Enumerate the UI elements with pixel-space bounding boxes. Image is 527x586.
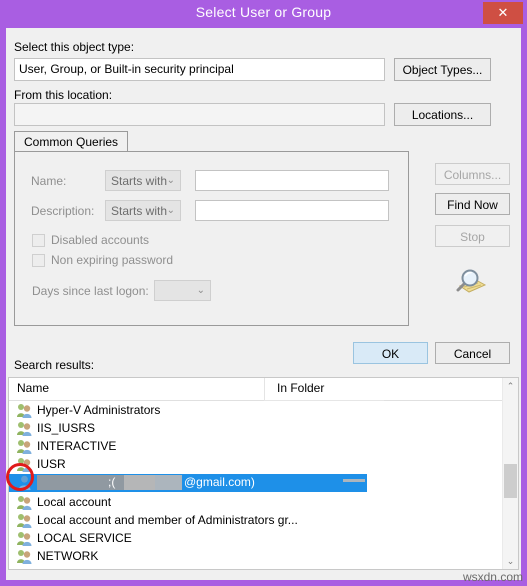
non-expiring-password-checkbox[interactable] — [32, 254, 45, 267]
scroll-down-icon[interactable]: ⌄ — [503, 553, 518, 569]
tab-common-queries[interactable]: Common Queries — [14, 131, 129, 152]
column-divider[interactable] — [264, 378, 265, 400]
group-icon — [16, 531, 33, 546]
redacted-middle-block — [124, 475, 182, 490]
search-results-label: Search results: — [14, 358, 95, 372]
table-row[interactable]: Local account and member of Administrato… — [9, 512, 503, 529]
table-row-selected[interactable]: ;( @gmail.com) — [9, 474, 367, 492]
table-row[interactable]: IIS_IUSRS — [9, 420, 503, 437]
table-row[interactable]: NETWORK — [9, 548, 503, 565]
group-icon — [16, 403, 33, 418]
row-name: LOCAL SERVICE — [37, 531, 132, 545]
column-header-name[interactable]: Name — [17, 381, 49, 395]
row-fragment-2: @gmail.com) — [184, 475, 255, 489]
non-expiring-password-label: Non expiring password — [51, 253, 174, 267]
common-queries-panel: Name: Starts with ⌄ Description: Starts … — [14, 151, 409, 326]
user-icon — [16, 475, 33, 490]
row-fragment-1: ;( — [108, 475, 116, 489]
description-value-input[interactable] — [195, 200, 389, 221]
group-icon — [16, 421, 33, 436]
redacted-tail-block — [343, 479, 365, 482]
chevron-down-icon: ⌄ — [196, 285, 205, 296]
column-header-underline — [264, 400, 384, 401]
row-name: IIS_IUSRS — [37, 421, 96, 435]
magnifier-icon — [450, 266, 488, 300]
watermark: wsxdn.com — [462, 570, 523, 584]
list-column-header: Name In Folder — [9, 378, 518, 401]
close-icon[interactable]: ✕ — [483, 2, 523, 24]
table-row[interactable]: Hyper-V Administrators — [9, 402, 503, 419]
search-results-list[interactable]: Name In Folder Hyper-V Administrators II… — [8, 377, 519, 570]
row-name: NETWORK — [37, 549, 99, 563]
tab-strip: Common Queries — [14, 131, 409, 152]
name-operator-select[interactable]: Starts with ⌄ — [105, 170, 181, 191]
table-row[interactable]: Local account — [9, 494, 503, 511]
chevron-down-icon: ⌄ — [166, 175, 175, 186]
object-type-label: Select this object type: — [14, 40, 135, 54]
name-operator-value: Starts with — [111, 174, 168, 188]
object-types-button[interactable]: Object Types... — [394, 58, 491, 81]
table-row[interactable]: LOCAL SERVICE — [9, 530, 503, 547]
description-operator-select[interactable]: Starts with ⌄ — [105, 200, 181, 221]
scrollbar-thumb[interactable] — [504, 464, 517, 498]
window-title: Select User or Group — [195, 4, 332, 20]
title-bar: Select User or Group ✕ — [0, 0, 527, 28]
disabled-accounts-label: Disabled accounts — [51, 233, 150, 247]
screenshot-root: Select User or Group ✕ Select this objec… — [0, 0, 527, 586]
group-icon — [16, 513, 33, 528]
days-since-logon-select[interactable]: ⌄ — [154, 280, 211, 301]
disabled-accounts-checkbox[interactable] — [32, 234, 45, 247]
dialog-window: Select User or Group ✕ Select this objec… — [0, 0, 527, 586]
columns-button[interactable]: Columns... — [435, 163, 510, 185]
location-label: From this location: — [14, 88, 113, 102]
cancel-button[interactable]: Cancel — [435, 342, 510, 364]
scroll-up-icon[interactable]: ⌃ — [503, 378, 518, 394]
stop-button[interactable]: Stop — [435, 225, 510, 247]
locations-button[interactable]: Locations... — [394, 103, 491, 126]
description-label: Description: — [31, 204, 95, 218]
days-since-logon-label: Days since last logon: — [32, 284, 149, 298]
row-name: IUSR — [37, 457, 66, 471]
column-header-in-folder[interactable]: In Folder — [277, 381, 324, 395]
table-row[interactable]: IUSR — [9, 456, 503, 473]
name-label: Name: — [31, 174, 67, 188]
vertical-scrollbar[interactable]: ⌃ ⌄ — [502, 378, 518, 569]
group-icon — [16, 457, 33, 472]
group-icon — [16, 439, 33, 454]
row-name: INTERACTIVE — [37, 439, 117, 453]
object-type-input[interactable]: User, Group, or Built-in security princi… — [14, 58, 385, 81]
row-name: Local account — [37, 495, 112, 509]
row-name: Hyper-V Administrators — [37, 403, 161, 417]
table-row[interactable]: INTERACTIVE — [9, 438, 503, 455]
row-name: Local account and member of Administrato… — [37, 513, 298, 527]
name-value-input[interactable] — [195, 170, 389, 191]
group-icon — [16, 495, 33, 510]
group-icon — [16, 549, 33, 564]
ok-button[interactable]: OK — [353, 342, 428, 364]
find-now-button[interactable]: Find Now — [435, 193, 510, 215]
chevron-down-icon: ⌄ — [166, 205, 175, 216]
location-input[interactable] — [14, 103, 385, 126]
description-operator-value: Starts with — [111, 204, 168, 218]
